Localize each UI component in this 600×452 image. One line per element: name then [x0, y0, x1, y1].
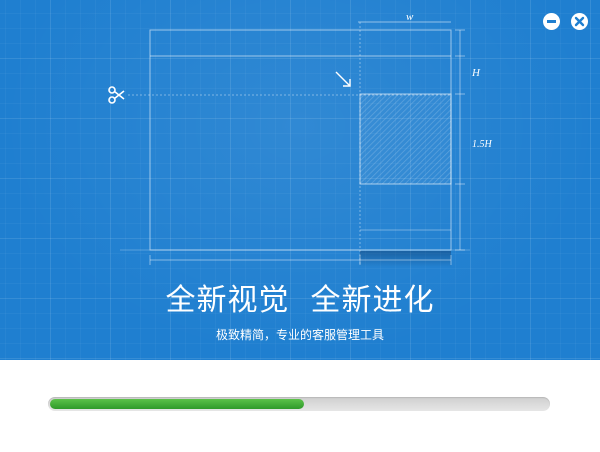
- x-circle-icon: [574, 16, 585, 27]
- hero-banner: w H 1.5H 全新视觉 全新进化 极致精简，专业的客服管理工具: [0, 0, 600, 360]
- arrow-down-right-icon: [335, 71, 351, 87]
- progress-fill: [50, 399, 304, 409]
- scissors-icon: [108, 86, 125, 104]
- progress-bar: [48, 397, 550, 411]
- close-button[interactable]: [571, 13, 588, 30]
- subtitle: 极致精简，专业的客服管理工具: [215, 328, 384, 342]
- headline: 全新视觉 全新进化: [165, 283, 435, 318]
- ratio-label: 1.5H: [472, 139, 493, 150]
- blueprint-illustration: w H 1.5H: [108, 11, 493, 267]
- width-label: w: [406, 11, 414, 23]
- minus-circle-icon: [547, 20, 556, 23]
- installer-window: w H 1.5H 全新视觉 全新进化 极致精简，专业的客服管理工具: [0, 0, 600, 452]
- height-label: H: [471, 67, 481, 79]
- progress-footer: [0, 360, 600, 452]
- minimize-button[interactable]: [543, 13, 560, 30]
